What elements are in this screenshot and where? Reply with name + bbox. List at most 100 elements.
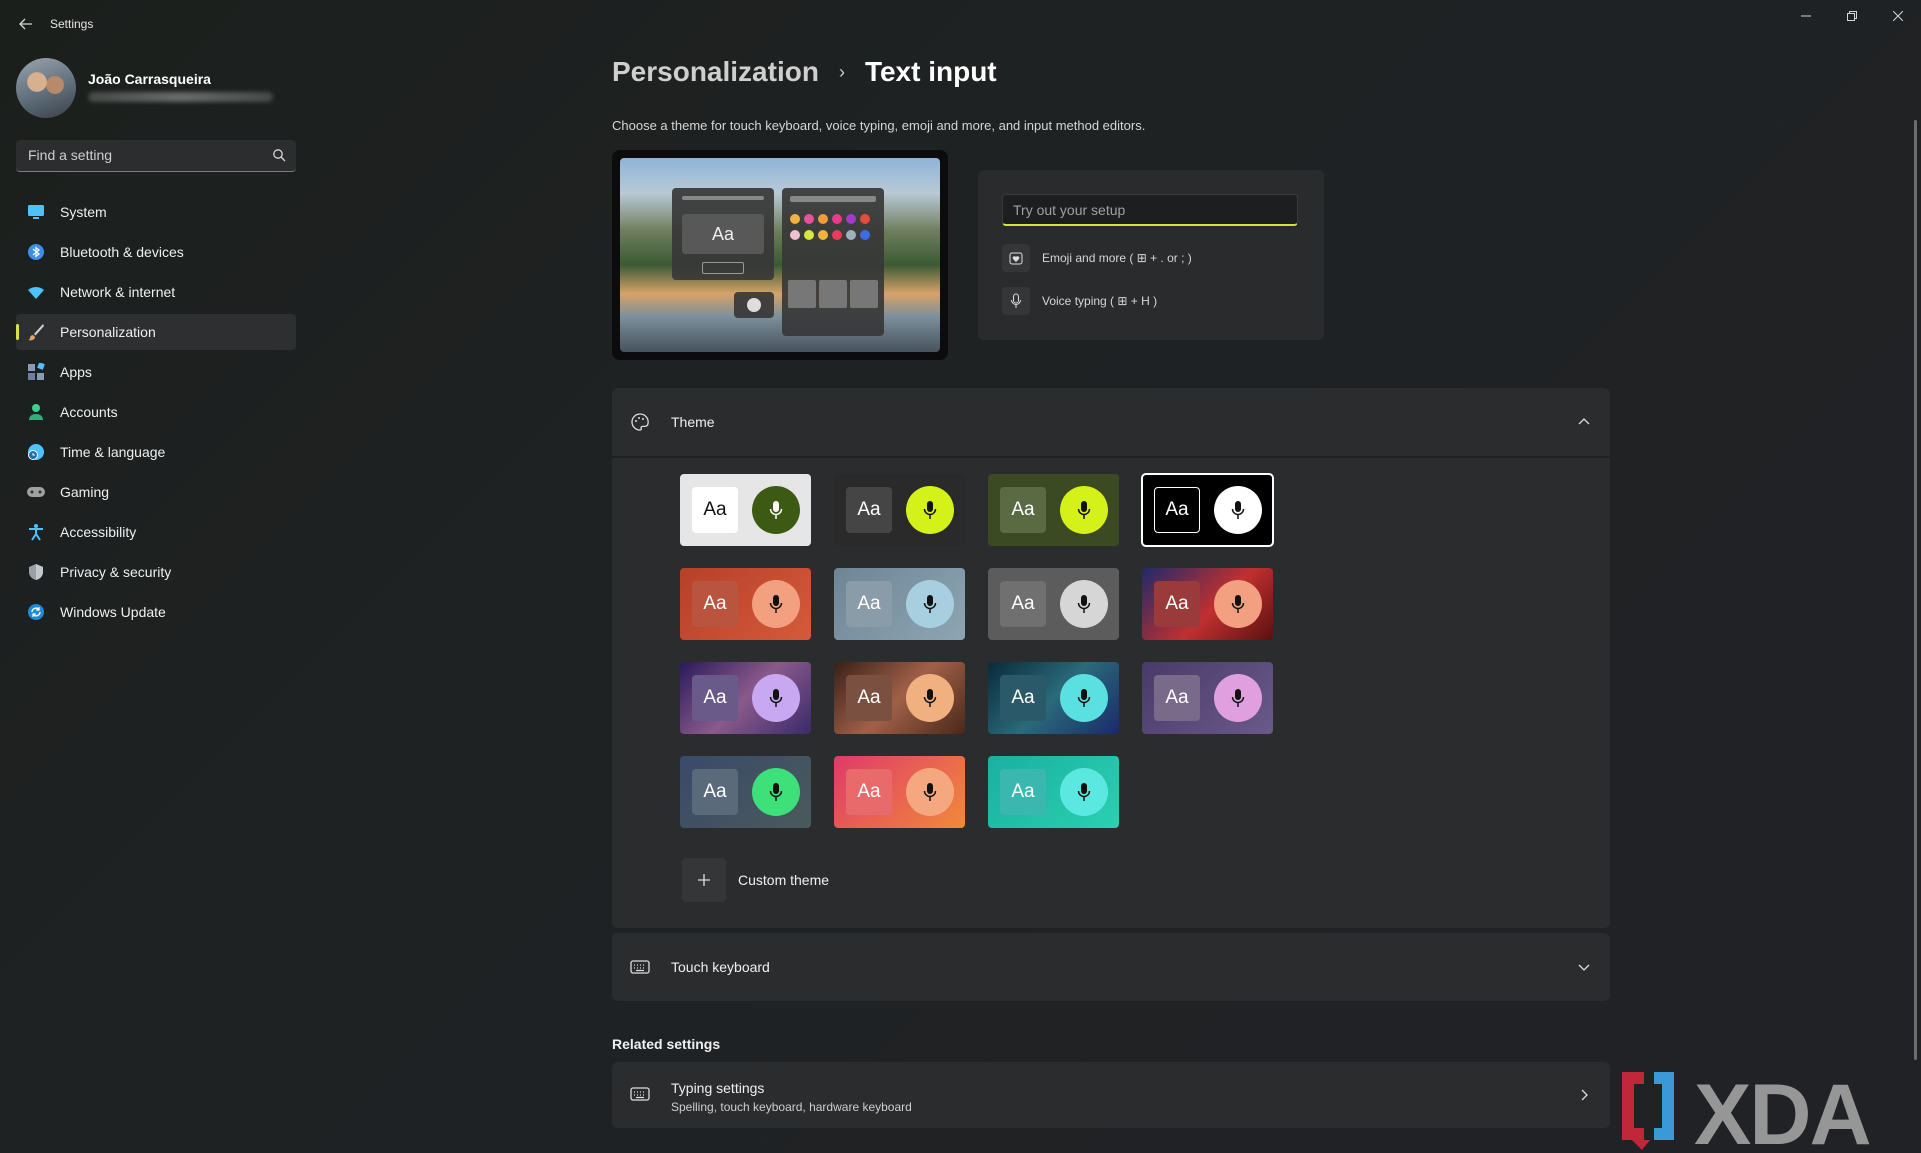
- sidebar-item-accessibility[interactable]: Accessibility: [16, 514, 296, 550]
- custom-theme-row[interactable]: Custom theme: [682, 858, 829, 902]
- theme-tile-aa-label: Aa: [846, 487, 892, 533]
- theme-tile-aa-label: Aa: [1000, 675, 1046, 721]
- sidebar-item-label: Personalization: [60, 324, 156, 340]
- title-bar: Settings: [0, 0, 1921, 48]
- voice-typing-shortcut-label: Voice typing ( ⊞ + H ): [1042, 294, 1158, 308]
- sidebar-item-label: Apps: [60, 364, 92, 380]
- chevron-down-icon[interactable]: [1576, 959, 1592, 975]
- microphone-icon: [1214, 674, 1262, 722]
- typing-settings-title: Typing settings: [671, 1080, 765, 1096]
- gamepad-icon: [26, 482, 46, 502]
- theme-card: Theme Aa Aa Aa Aa Aa Aa Aa Aa Aa Aa Aa Aa Aa Aa Aa Cus…: [612, 388, 1610, 928]
- settings-window: Settings João Carrasqueira System: [0, 0, 1921, 1153]
- sidebar-item-accounts[interactable]: Accounts: [16, 394, 296, 430]
- window-controls: [1783, 0, 1921, 32]
- theme-tile[interactable]: Aa: [988, 662, 1119, 734]
- microphone-icon: [1214, 580, 1262, 628]
- emoji-row[interactable]: Emoji and more ( ⊞ + . or ; ): [1002, 244, 1192, 272]
- chevron-up-icon[interactable]: [1576, 414, 1592, 430]
- accessibility-icon: [26, 522, 46, 542]
- custom-theme-label: Custom theme: [738, 872, 830, 888]
- try-setup-panel: Emoji and more ( ⊞ + . or ; ) Voice typi…: [978, 170, 1324, 340]
- back-arrow-icon: [19, 18, 32, 30]
- microphone-icon: [1060, 768, 1108, 816]
- theme-tile[interactable]: Aa: [834, 474, 965, 546]
- card-divider: [612, 456, 1610, 458]
- sidebar-item-windows-update[interactable]: Windows Update: [16, 594, 296, 630]
- theme-tile[interactable]: Aa: [988, 568, 1119, 640]
- microphone-icon: [1060, 674, 1108, 722]
- theme-tile[interactable]: Aa: [1142, 662, 1273, 734]
- back-button[interactable]: [14, 12, 38, 36]
- scrollbar[interactable]: [1914, 120, 1917, 1060]
- microphone-icon: [752, 580, 800, 628]
- close-button[interactable]: [1875, 0, 1921, 32]
- add-custom-theme-button[interactable]: [682, 858, 726, 902]
- xda-watermark: XDA: [1610, 1062, 1910, 1153]
- theme-tile[interactable]: Aa: [1142, 568, 1273, 640]
- theme-tile[interactable]: Aa: [834, 756, 965, 828]
- theme-tile[interactable]: Aa: [988, 474, 1119, 546]
- sidebar-item-apps[interactable]: Apps: [16, 354, 296, 390]
- preview-keyboard-panel: Aa: [672, 188, 774, 280]
- theme-card-title: Theme: [671, 414, 715, 430]
- shield-icon: [26, 562, 46, 582]
- touch-keyboard-header[interactable]: Touch keyboard: [612, 933, 1610, 1001]
- theme-tile-aa-label: Aa: [692, 769, 738, 815]
- chevron-right-icon: [1581, 1089, 1588, 1101]
- theme-tile[interactable]: Aa: [680, 568, 811, 640]
- sidebar-item-personalization[interactable]: Personalization: [16, 314, 296, 350]
- sidebar-item-time-language[interactable]: Time & language: [16, 434, 296, 470]
- minimize-button[interactable]: [1783, 0, 1829, 32]
- xda-logo-icon: [1622, 1072, 1674, 1150]
- microphone-icon: [1214, 486, 1262, 534]
- breadcrumb-parent[interactable]: Personalization: [612, 56, 819, 88]
- theme-tile[interactable]: Aa: [1141, 473, 1274, 547]
- theme-tile[interactable]: Aa: [834, 568, 965, 640]
- user-profile[interactable]: João Carrasqueira: [16, 58, 306, 120]
- close-icon: [1893, 11, 1903, 21]
- search-input[interactable]: [28, 147, 258, 163]
- palette-icon: [631, 413, 649, 431]
- microphone-icon: [906, 674, 954, 722]
- microphone-icon: [906, 768, 954, 816]
- theme-tile[interactable]: Aa: [834, 662, 965, 734]
- theme-tile-aa-label: Aa: [1154, 675, 1200, 721]
- theme-tile[interactable]: Aa: [680, 756, 811, 828]
- theme-tile[interactable]: Aa: [988, 756, 1119, 828]
- search-box: [16, 140, 296, 172]
- emoji-shortcut-label: Emoji and more ( ⊞ + . or ; ): [1042, 251, 1192, 265]
- theme-card-header[interactable]: Theme: [612, 388, 1610, 456]
- preview-image: Aa: [620, 158, 940, 352]
- sidebar-item-system[interactable]: System: [16, 194, 296, 230]
- theme-tile[interactable]: Aa: [680, 662, 811, 734]
- microphone-icon: [1002, 287, 1030, 315]
- theme-tile[interactable]: Aa: [680, 474, 811, 546]
- theme-tile-aa-label: Aa: [846, 581, 892, 627]
- theme-tile-aa-label: Aa: [846, 675, 892, 721]
- microphone-icon: [906, 580, 954, 628]
- try-setup-input[interactable]: [1002, 194, 1298, 226]
- sidebar-item-label: Privacy & security: [60, 564, 172, 580]
- typing-settings-subtitle: Spelling, touch keyboard, hardware keybo…: [671, 1100, 912, 1114]
- sidebar-item-bluetooth[interactable]: Bluetooth & devices: [16, 234, 296, 270]
- globe-clock-icon: [26, 442, 46, 462]
- typing-settings-link[interactable]: Typing settings Spelling, touch keyboard…: [612, 1062, 1610, 1128]
- breadcrumb-separator: ›: [838, 61, 845, 82]
- search-icon[interactable]: [272, 148, 286, 162]
- sidebar-item-network[interactable]: Network & internet: [16, 274, 296, 310]
- breadcrumb: Personalization › Text input: [612, 56, 997, 88]
- sidebar-item-privacy-security[interactable]: Privacy & security: [16, 554, 296, 590]
- restore-button[interactable]: [1829, 0, 1875, 32]
- preview-emoji-panel: [782, 188, 884, 336]
- theme-tile-aa-label: Aa: [692, 675, 738, 721]
- theme-tile-aa-label: Aa: [1000, 769, 1046, 815]
- touch-keyboard-card[interactable]: Touch keyboard: [612, 933, 1610, 1001]
- preview-voice-panel: [734, 292, 774, 318]
- sidebar-item-label: Accounts: [60, 404, 118, 420]
- sidebar-item-label: Accessibility: [60, 524, 137, 540]
- sidebar-item-gaming[interactable]: Gaming: [16, 474, 296, 510]
- voice-typing-row[interactable]: Voice typing ( ⊞ + H ): [1002, 287, 1157, 315]
- emoji-icon: [1002, 244, 1030, 272]
- microphone-icon: [906, 486, 954, 534]
